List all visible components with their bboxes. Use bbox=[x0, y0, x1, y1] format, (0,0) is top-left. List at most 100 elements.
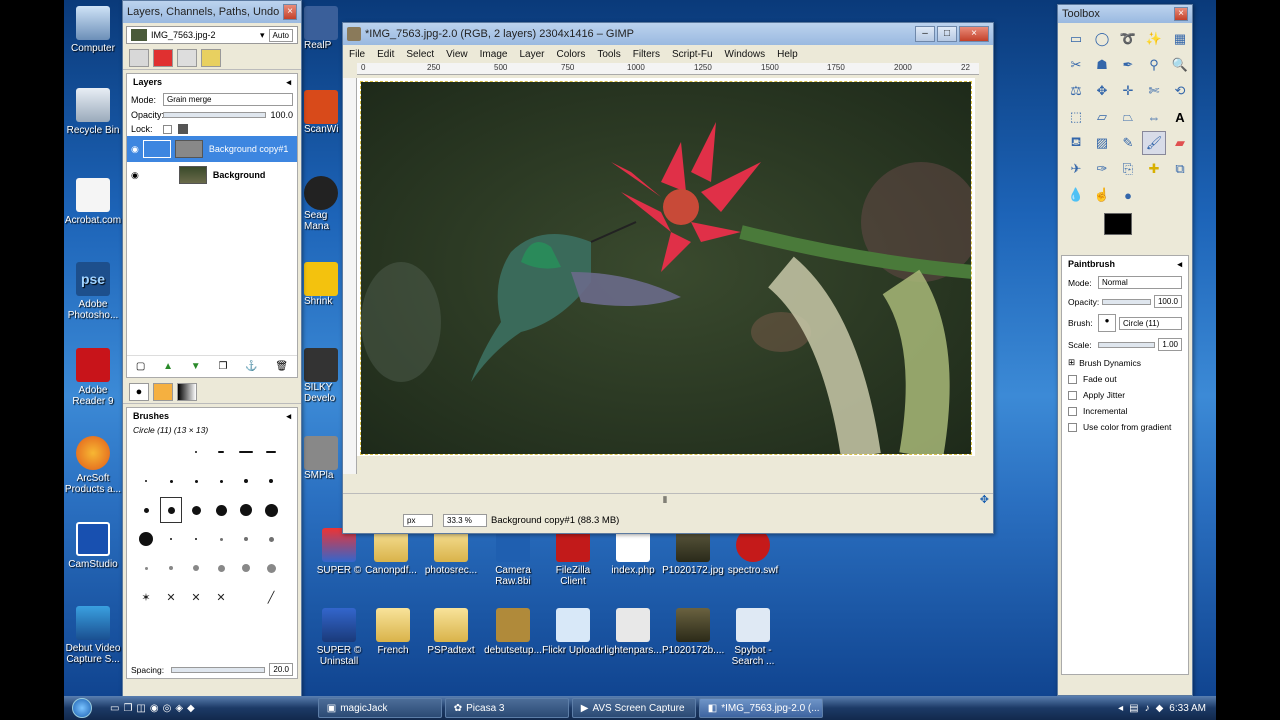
brush-item[interactable] bbox=[135, 555, 157, 581]
measure-icon[interactable]: ⚖ bbox=[1064, 79, 1088, 103]
paths-icon[interactable]: ✒ bbox=[1116, 53, 1140, 77]
scale-slider[interactable] bbox=[1098, 341, 1156, 348]
menu-file[interactable]: File bbox=[349, 49, 365, 60]
color-picker-icon[interactable]: ⚲ bbox=[1142, 53, 1166, 77]
brush-item[interactable] bbox=[260, 497, 282, 523]
flip-icon[interactable]: ⇔ bbox=[1142, 105, 1166, 129]
incremental-option[interactable]: Incremental bbox=[1062, 403, 1188, 419]
brush-item[interactable] bbox=[185, 439, 207, 465]
zoom-select[interactable]: 33.3 % bbox=[443, 513, 487, 527]
mode-select[interactable]: Grain merge bbox=[163, 93, 293, 106]
maximize-button[interactable]: □ bbox=[937, 26, 957, 42]
switch-windows-icon[interactable]: ❐ bbox=[123, 703, 132, 714]
desktop-icon-photoshop[interactable]: pse Adobe Photosho... bbox=[64, 262, 124, 321]
tab-layers-icon[interactable] bbox=[129, 49, 149, 67]
layer-row[interactable]: ◉ Background bbox=[127, 162, 297, 188]
taskbar-item-picasa[interactable]: ✿ Picasa 3 bbox=[444, 698, 569, 718]
desktop-icon-shrink[interactable]: Shrink bbox=[304, 262, 344, 307]
gradient-color-option[interactable]: Use color from gradient bbox=[1062, 419, 1188, 435]
taskbar-item-gimp-image[interactable]: ◧ *IMG_7563.jpg-2.0 (... bbox=[698, 698, 823, 718]
navigate-icon[interactable]: ✥ bbox=[980, 493, 989, 506]
brush-item[interactable] bbox=[135, 526, 157, 552]
firefox-icon[interactable]: ◎ bbox=[163, 703, 172, 714]
explorer-icon[interactable]: ◫ bbox=[136, 703, 145, 714]
eye-icon[interactable]: ◉ bbox=[131, 170, 139, 181]
desktop-icon-debut[interactable]: Debut Video Capture S... bbox=[64, 606, 124, 665]
desktop-icon-scanwizard[interactable]: ScanWi bbox=[304, 90, 344, 135]
close-button[interactable]: × bbox=[959, 26, 989, 42]
tray-icon[interactable]: ◂ bbox=[1118, 703, 1123, 714]
image-window-titlebar[interactable]: *IMG_7563.jpg-2.0 (RGB, 2 layers) 2304x1… bbox=[343, 23, 993, 45]
panel-menu-icon[interactable]: ◂ bbox=[286, 411, 291, 422]
image-selector[interactable]: IMG_7563.jpg-2 ▾ Auto bbox=[126, 26, 298, 44]
brush-item[interactable] bbox=[260, 468, 282, 494]
desktop-icon-french[interactable]: French bbox=[362, 608, 424, 656]
desktop-icon-recycle-bin[interactable]: Recycle Bin bbox=[64, 88, 124, 136]
tab-brushes-icon[interactable]: ● bbox=[129, 383, 149, 401]
brush-item[interactable] bbox=[210, 526, 232, 552]
align-icon[interactable]: ✛ bbox=[1116, 79, 1140, 103]
menu-view[interactable]: View bbox=[446, 49, 468, 60]
brush-item[interactable] bbox=[235, 497, 257, 523]
gradient-color-checkbox[interactable] bbox=[1068, 422, 1077, 432]
desktop-icon-debutsetup[interactable]: debutsetup... bbox=[482, 608, 544, 656]
brush-item[interactable] bbox=[135, 497, 157, 523]
desktop-icon-spybot[interactable]: Spybot - Search ... bbox=[722, 608, 784, 667]
panel-menu-icon[interactable]: ◂ bbox=[286, 77, 291, 88]
desktop-icon-photosrec[interactable]: photosrec... bbox=[420, 528, 482, 576]
tab-paths-icon[interactable] bbox=[177, 49, 197, 67]
desktop-icon-p1020172[interactable]: P1020172.jpg bbox=[662, 528, 724, 576]
toolbox-titlebar[interactable]: Toolbox × bbox=[1058, 5, 1192, 23]
crop-icon[interactable]: ✄ bbox=[1142, 79, 1166, 103]
desktop-icon-silky[interactable]: SILKY Develo bbox=[304, 348, 344, 404]
network-icon[interactable]: ▤ bbox=[1129, 703, 1138, 714]
perspective-icon[interactable]: ⏢ bbox=[1116, 105, 1140, 129]
media-icon[interactable]: ◉ bbox=[150, 703, 159, 714]
menu-image[interactable]: Image bbox=[480, 49, 508, 60]
brush-item[interactable] bbox=[260, 555, 282, 581]
spacing-slider[interactable] bbox=[171, 666, 266, 673]
brush-item[interactable] bbox=[185, 497, 207, 523]
menu-colors[interactable]: Colors bbox=[556, 49, 585, 60]
tab-patterns-icon[interactable] bbox=[153, 383, 173, 401]
eraser-icon[interactable]: ▰ bbox=[1168, 131, 1192, 155]
rotate-icon[interactable]: ⟲ bbox=[1168, 79, 1192, 103]
menu-windows[interactable]: Windows bbox=[725, 49, 766, 60]
brush-preview-icon[interactable]: ● bbox=[1098, 314, 1116, 332]
desktop-icon-acrobat[interactable]: Acrobat.com bbox=[64, 178, 124, 226]
desktop-icon-arcsoft[interactable]: ArcSoft Products a... bbox=[64, 436, 124, 495]
volume-icon[interactable]: ♪ bbox=[1145, 703, 1150, 714]
scroll-grip-icon[interactable]: ⦀ bbox=[663, 495, 667, 506]
delete-layer-icon[interactable]: 🗑 bbox=[275, 361, 288, 372]
brush-item[interactable]: ✕ bbox=[185, 584, 207, 610]
desktop-icon-canonpdf[interactable]: Canonpdf... bbox=[360, 528, 422, 576]
duplicate-layer-icon[interactable]: ❐ bbox=[218, 361, 227, 372]
heal-icon[interactable]: ✚ bbox=[1142, 157, 1166, 181]
apply-jitter-option[interactable]: Apply Jitter bbox=[1062, 387, 1188, 403]
desktop-icon-p1020172b[interactable]: P1020172b.... bbox=[662, 608, 724, 656]
tab-undo-icon[interactable] bbox=[201, 49, 221, 67]
pencil-icon[interactable]: ✎ bbox=[1116, 131, 1140, 155]
brush-item[interactable] bbox=[185, 555, 207, 581]
color-select-icon[interactable]: ▦ bbox=[1168, 27, 1192, 51]
brush-item[interactable] bbox=[235, 555, 257, 581]
menu-edit[interactable]: Edit bbox=[377, 49, 394, 60]
fade-out-option[interactable]: Fade out bbox=[1062, 371, 1188, 387]
eye-icon[interactable]: ◉ bbox=[131, 144, 139, 155]
unit-select[interactable]: px bbox=[403, 513, 433, 527]
new-layer-icon[interactable]: ▢ bbox=[136, 361, 145, 372]
brush-item[interactable] bbox=[135, 439, 157, 465]
brush-dynamics-expander[interactable]: ⊞ Brush Dynamics bbox=[1062, 354, 1188, 371]
taskbar-item-magicjack[interactable]: ▣ magicJack bbox=[317, 698, 442, 718]
image-canvas[interactable] bbox=[360, 81, 972, 455]
desktop-icon-smplayer[interactable]: SMPla bbox=[304, 436, 344, 481]
menu-tools[interactable]: Tools bbox=[597, 49, 620, 60]
scissors-icon[interactable]: ✂ bbox=[1064, 53, 1088, 77]
show-desktop-icon[interactable]: ▭ bbox=[110, 703, 119, 714]
perspective-clone-icon[interactable]: ⧉ bbox=[1168, 157, 1192, 181]
blur-icon[interactable]: 💧 bbox=[1064, 183, 1088, 207]
rect-select-icon[interactable]: ▭ bbox=[1064, 27, 1088, 51]
scale-icon[interactable]: ⬚ bbox=[1064, 105, 1088, 129]
brush-item[interactable] bbox=[210, 497, 232, 523]
desktop-icon-pspadtext[interactable]: PSPadtext bbox=[420, 608, 482, 656]
